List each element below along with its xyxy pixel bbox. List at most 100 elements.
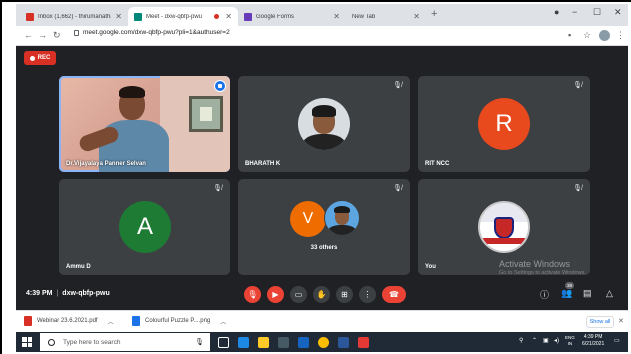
people-icon[interactable]: 👥 bbox=[561, 288, 572, 299]
forward-arrow-icon[interactable]: → bbox=[38, 30, 47, 40]
tab-title: Google Forms bbox=[256, 13, 295, 20]
browser-tab-bar: Inbox (1,662) - thirumanathar ✕ Meet - d… bbox=[16, 4, 628, 26]
url-field[interactable]: meet.google.com/dxw-qbfp-pwu?pli=1&authu… bbox=[74, 29, 230, 36]
clock-time: 4:39 PM bbox=[583, 334, 603, 340]
camera-off-icon: ▶ bbox=[272, 290, 279, 299]
window-close-icon[interactable]: ✕ bbox=[614, 7, 622, 18]
raise-hand-button[interactable]: ✋ bbox=[313, 286, 330, 303]
others-count: 33 others bbox=[310, 245, 338, 251]
more-vert-icon: ⋮ bbox=[363, 290, 372, 299]
camera-toggle-button[interactable]: ▶ bbox=[267, 286, 284, 303]
image-file-icon bbox=[132, 316, 140, 326]
mic-toggle-button[interactable]: 🎙︎ bbox=[244, 286, 261, 303]
speaker-hair bbox=[119, 86, 145, 98]
participant-name: You bbox=[425, 264, 436, 270]
close-icon[interactable]: ✕ bbox=[225, 12, 232, 21]
mail-icon[interactable] bbox=[298, 337, 309, 348]
file-explorer-icon[interactable] bbox=[258, 337, 269, 348]
close-icon[interactable]: ✕ bbox=[333, 12, 340, 21]
notifications-icon[interactable]: ▭ bbox=[614, 337, 620, 344]
tab-meet[interactable]: Meet - dxw-qbfp-pwu ✕ bbox=[128, 7, 238, 26]
back-arrow-icon[interactable]: ← bbox=[24, 30, 33, 40]
captions-button[interactable]: ▭ bbox=[290, 286, 307, 303]
clock-date: 6/21/2021 bbox=[582, 341, 605, 347]
tab-new-tab[interactable]: New Tab ✕ bbox=[346, 7, 426, 26]
chevron-up-icon[interactable]: ︿ bbox=[220, 317, 226, 326]
store-icon[interactable] bbox=[278, 337, 289, 348]
tray-chevron-icon[interactable]: ⌃ bbox=[532, 337, 537, 344]
more-options-button[interactable]: ⋮ bbox=[359, 286, 376, 303]
profile-avatar[interactable] bbox=[599, 30, 610, 41]
search-placeholder: Type here to search bbox=[63, 338, 121, 346]
language-indicator[interactable]: ENG IN bbox=[565, 335, 575, 347]
meet-icon bbox=[134, 12, 142, 21]
separator: | bbox=[56, 290, 59, 297]
activities-icon[interactable]: △ bbox=[606, 288, 613, 299]
close-icon[interactable]: ✕ bbox=[618, 317, 624, 325]
hang-up-icon: ☎ bbox=[389, 290, 399, 299]
microphone-icon[interactable]: 🎙︎ bbox=[195, 338, 204, 346]
captions-icon: ▭ bbox=[294, 290, 303, 299]
volume-icon[interactable]: ◂) bbox=[554, 337, 559, 344]
activate-windows-title: Activate Windows bbox=[499, 259, 571, 269]
participant-tile-rit-ncc[interactable]: 🎙︎̸ R RIT NCC bbox=[418, 76, 590, 172]
participant-tile-bharath[interactable]: 🎙︎̸ BHARATH K bbox=[238, 76, 410, 172]
gmail-icon bbox=[26, 12, 34, 21]
close-icon[interactable]: ✕ bbox=[413, 12, 420, 21]
avatar: A bbox=[119, 201, 171, 253]
meeting-details: 4:39 PM | dxw-qbfp-pwu bbox=[26, 290, 110, 297]
participant-name: RIT NCC bbox=[425, 161, 450, 167]
avatar: V bbox=[290, 201, 326, 237]
close-icon[interactable]: ✕ bbox=[115, 12, 122, 21]
reload-icon[interactable]: ↻ bbox=[53, 30, 61, 41]
participant-tile-others[interactable]: 🎙︎̸ V 33 others bbox=[238, 179, 410, 275]
screenshot: Inbox (1,662) - thirumanathar ✕ Meet - d… bbox=[16, 4, 628, 352]
avatar: R bbox=[478, 98, 530, 150]
rec-indicator: REC bbox=[24, 51, 56, 65]
speaking-indicator-icon bbox=[214, 80, 226, 92]
meeting-code: dxw-qbfp-pwu bbox=[62, 290, 110, 297]
participant-tile-ammu[interactable]: 🎙︎̸ A Ammu D bbox=[59, 179, 230, 275]
download-filename: Webinar 23.6.2021.pdf bbox=[37, 318, 98, 324]
address-bar: ← → ↻ meet.google.com/dxw-qbfp-pwu?pli=1… bbox=[16, 26, 628, 46]
recording-dot-icon bbox=[214, 14, 220, 19]
camera-in-use-icon[interactable]: ▪ bbox=[568, 30, 571, 40]
download-filename: Colourful Puzzle P....png bbox=[145, 318, 211, 324]
menu-dots-icon[interactable]: ⋮ bbox=[616, 30, 625, 41]
info-icon[interactable]: ⓘ bbox=[540, 288, 549, 301]
chevron-up-icon[interactable]: ︿ bbox=[108, 317, 114, 326]
mic-off-icon: 🎙︎̸ bbox=[393, 82, 402, 89]
windows-start-icon[interactable] bbox=[22, 337, 32, 347]
chrome-icon[interactable] bbox=[318, 337, 329, 348]
network-icon[interactable]: ▣ bbox=[543, 337, 549, 344]
taskbar-search-box[interactable]: Type here to search 🎙︎ bbox=[40, 333, 210, 351]
word-icon[interactable] bbox=[338, 337, 349, 348]
tab-google-forms[interactable]: Google Forms ✕ bbox=[238, 7, 346, 26]
bookmark-star-icon[interactable]: ☆ bbox=[583, 30, 591, 41]
activate-windows-subtitle: Go to Settings to activate Windows. bbox=[499, 270, 586, 276]
download-item[interactable]: Webinar 23.6.2021.pdf ︿ bbox=[24, 316, 114, 326]
mic-off-icon: 🎙︎̸ bbox=[393, 185, 402, 192]
minimize-icon[interactable]: − bbox=[572, 7, 577, 17]
lock-icon bbox=[74, 29, 79, 36]
task-view-icon[interactable] bbox=[218, 337, 229, 348]
tab-gmail[interactable]: Inbox (1,662) - thirumanathar ✕ bbox=[20, 7, 128, 26]
leave-call-button[interactable]: ☎ bbox=[382, 286, 406, 303]
edge-icon[interactable] bbox=[238, 337, 249, 348]
download-item[interactable]: Colourful Puzzle P....png ︿ bbox=[132, 316, 226, 326]
tab-title: Inbox (1,662) - thirumanathar bbox=[38, 13, 112, 20]
taskbar-clock[interactable]: 4:39 PM 6/21/2021 bbox=[582, 334, 604, 348]
participant-tile-speaker[interactable]: Dr.Vijayalaya Panner Selvan bbox=[59, 76, 230, 172]
show-all-button[interactable]: Show all bbox=[586, 316, 614, 328]
profile-dot-icon[interactable]: ● bbox=[554, 7, 559, 17]
maximize-icon[interactable]: ☐ bbox=[593, 7, 601, 18]
present-button[interactable]: ⊞ bbox=[336, 286, 353, 303]
college-logo-avatar bbox=[478, 201, 530, 253]
new-tab-plus-icon[interactable]: + bbox=[431, 8, 437, 20]
people-tray-icon[interactable]: ⚲ bbox=[519, 337, 523, 344]
mic-off-icon: 🎙︎ bbox=[247, 290, 258, 299]
tab-title: Meet - dxw-qbfp-pwu bbox=[146, 13, 203, 20]
chat-icon[interactable]: ▤ bbox=[583, 288, 592, 299]
participant-name: Ammu D bbox=[66, 264, 91, 270]
app-icon[interactable] bbox=[358, 337, 369, 348]
